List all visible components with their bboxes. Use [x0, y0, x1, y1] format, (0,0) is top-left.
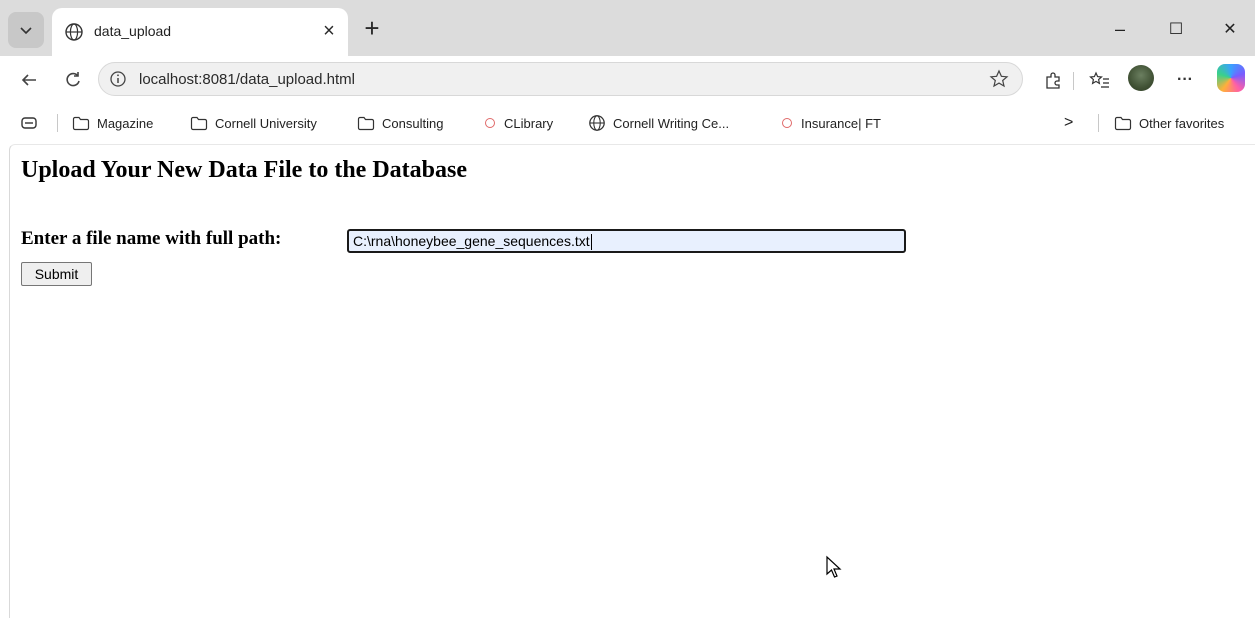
- file-path-input[interactable]: C:\rna\honeybee_gene_sequences.txt: [347, 229, 906, 253]
- favorite-consulting[interactable]: Consulting: [357, 112, 443, 134]
- favorite-cornell-university[interactable]: Cornell University: [190, 112, 317, 134]
- extensions-button[interactable]: [1040, 67, 1066, 93]
- folder-icon: [357, 116, 375, 130]
- tab-close-icon[interactable]: ×: [316, 18, 342, 44]
- folder-icon: [72, 116, 90, 130]
- site-dot-icon: [782, 118, 792, 128]
- site-dot-icon: [485, 118, 495, 128]
- page-content: Upload Your New Data File to the Databas…: [9, 144, 1255, 618]
- tab-strip: data_upload × + – ☐ ✕: [0, 0, 1255, 62]
- favorites-overflow-button[interactable]: >: [1064, 112, 1073, 134]
- address-toolbar: localhost:8081/data_upload.html ···: [0, 56, 1255, 102]
- page-title: Upload Your New Data File to the Databas…: [21, 157, 467, 183]
- favorites-list-icon: [1089, 71, 1109, 88]
- text-caret: [590, 234, 592, 251]
- mouse-pointer-icon: [826, 555, 842, 578]
- favorite-clibrary[interactable]: CLibrary: [485, 112, 553, 134]
- new-tab-button[interactable]: +: [358, 13, 386, 43]
- url-text[interactable]: localhost:8081/data_upload.html: [139, 71, 355, 88]
- favorite-label: Insurance| FT: [801, 115, 881, 131]
- favorite-label: Consulting: [382, 115, 444, 131]
- chevron-down-icon: [20, 27, 32, 35]
- more-menu-button[interactable]: ···: [1172, 67, 1198, 93]
- back-button[interactable]: [14, 65, 44, 95]
- reading-list-icon: [21, 117, 37, 129]
- puzzle-icon: [1046, 72, 1060, 89]
- favorites-divider: [57, 114, 58, 132]
- arrow-left-icon: [21, 74, 36, 86]
- toolbar-divider: [1073, 72, 1074, 90]
- favorite-label: Cornell University: [215, 115, 317, 131]
- file-path-label: Enter a file name with full path:: [21, 228, 282, 249]
- maximize-button[interactable]: ☐: [1156, 14, 1196, 44]
- favorite-label: CLibrary: [504, 115, 554, 131]
- active-tab[interactable]: data_upload ×: [52, 8, 348, 56]
- folder-icon: [1114, 116, 1132, 130]
- folder-icon: [190, 116, 208, 130]
- profile-avatar[interactable]: [1128, 65, 1154, 91]
- tab-actions-button[interactable]: [8, 12, 44, 48]
- other-favorites[interactable]: Other favorites: [1114, 112, 1224, 134]
- copilot-icon[interactable]: [1217, 64, 1245, 92]
- favorite-cornell-writing[interactable]: Cornell Writing Ce...: [588, 112, 729, 134]
- globe-icon: [65, 23, 83, 41]
- favorites-bar: Magazine Cornell University Consulting C…: [0, 102, 1255, 142]
- favorite-label: Magazine: [97, 115, 154, 131]
- favorite-insurance-ft[interactable]: Insurance| FT: [782, 112, 881, 134]
- tab-title: data_upload: [94, 23, 172, 39]
- minimize-button[interactable]: –: [1100, 14, 1140, 44]
- favorite-magazine[interactable]: Magazine: [72, 112, 153, 134]
- reload-icon: [66, 72, 80, 87]
- star-icon[interactable]: [989, 69, 1009, 89]
- info-icon[interactable]: [109, 70, 127, 88]
- favorite-label: Cornell Writing Ce...: [613, 115, 730, 131]
- close-window-button[interactable]: ✕: [1210, 14, 1250, 44]
- reload-button[interactable]: [58, 65, 88, 95]
- globe-icon: [589, 115, 605, 131]
- address-bar[interactable]: localhost:8081/data_upload.html: [98, 62, 1023, 96]
- file-path-value: C:\rna\honeybee_gene_sequences.txt: [353, 233, 590, 249]
- submit-button[interactable]: Submit: [21, 262, 92, 286]
- reading-list-button[interactable]: [20, 112, 45, 134]
- other-favorites-label: Other favorites: [1139, 115, 1225, 131]
- favorites-button[interactable]: [1086, 67, 1112, 93]
- favorites-divider: [1098, 114, 1099, 132]
